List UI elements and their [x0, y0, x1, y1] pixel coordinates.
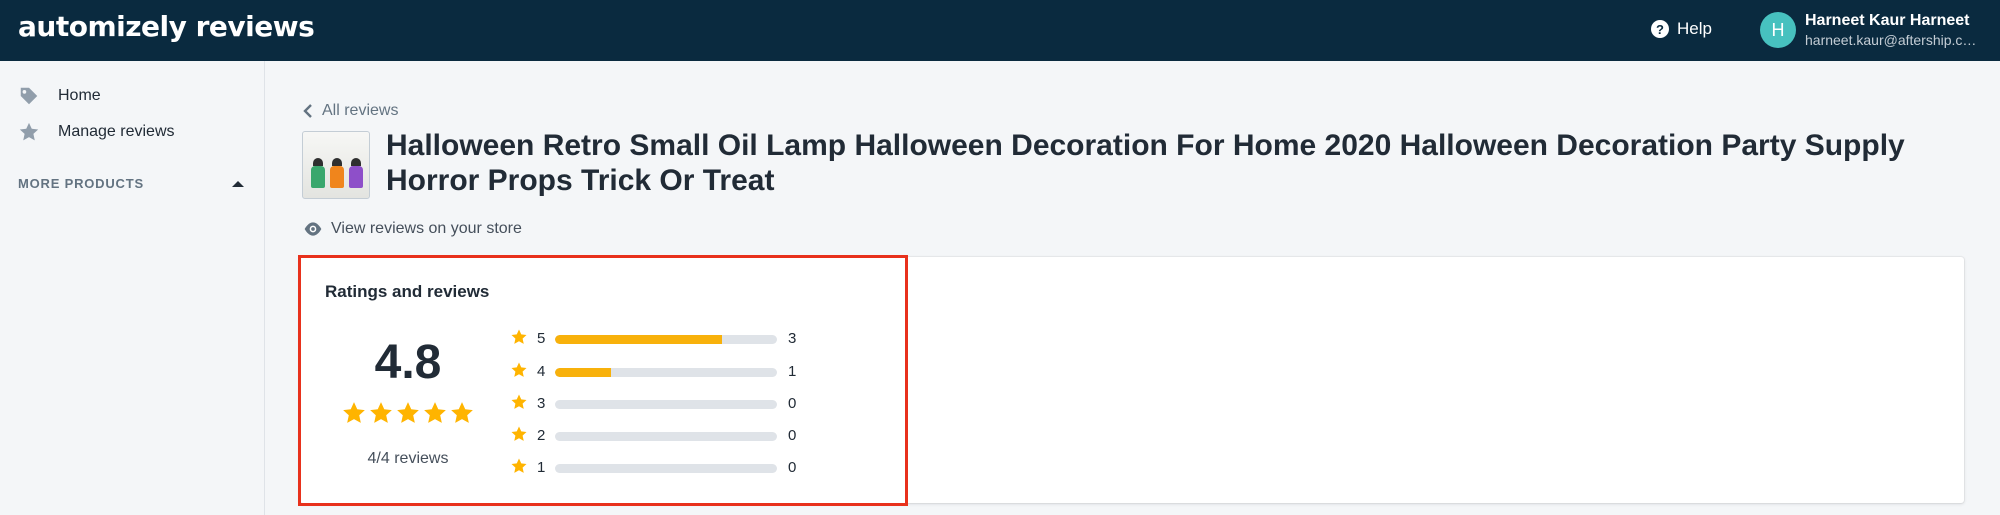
star-icon: [511, 394, 527, 409]
product-thumbnail: [302, 131, 370, 199]
eye-icon: [304, 222, 322, 236]
rating-row-3[interactable]: 3 0: [510, 393, 810, 415]
rating-count: 1: [788, 363, 797, 380]
star-icon: [511, 426, 527, 441]
rating-row-4[interactable]: 4 1: [510, 361, 810, 383]
chevron-left-icon: [303, 104, 312, 118]
user-name[interactable]: Harneet Kaur Harneet: [1805, 12, 1970, 30]
top-bar: automizely reviews ? Help H Harneet Kaur…: [0, 0, 2000, 61]
rating-count: 0: [788, 459, 797, 476]
rating-level: 3: [537, 395, 546, 412]
star-icon: [343, 402, 365, 423]
rating-bar: [555, 335, 777, 344]
rating-row-5[interactable]: 5 3: [510, 328, 810, 350]
help-label: Help: [1677, 19, 1712, 38]
average-stars: [340, 400, 476, 426]
star-icon: [397, 402, 419, 423]
star-icon: [19, 122, 39, 141]
sidebar-item-home[interactable]: Home: [18, 85, 101, 107]
reviews-summary: 4/4 reviews: [367, 450, 449, 467]
back-link[interactable]: All reviews: [302, 102, 398, 120]
rating-bar-fill: [555, 368, 611, 377]
rating-count: 0: [788, 395, 797, 412]
average-rating: 4.8: [374, 336, 442, 389]
rating-bar: [555, 400, 777, 409]
sidebar-item-manage-reviews[interactable]: Manage reviews: [18, 121, 175, 143]
question-circle-icon: ?: [1651, 20, 1669, 38]
caret-up-icon: [232, 180, 244, 187]
page-title: Halloween Retro Small Oil Lamp Halloween…: [386, 129, 1905, 197]
sidebar: Home Manage reviews MORE PRODUCTS: [0, 61, 265, 515]
more-products-toggle[interactable]: MORE PRODUCTS: [18, 176, 244, 191]
sidebar-item-label: Manage reviews: [58, 123, 175, 140]
more-products-label: MORE PRODUCTS: [18, 176, 144, 191]
rating-level: 4: [537, 363, 546, 380]
star-icon: [511, 362, 527, 377]
star-icon: [511, 329, 527, 344]
rating-bar: [555, 368, 777, 377]
rating-row-1[interactable]: 1 0: [510, 457, 810, 479]
help-button[interactable]: ? Help: [1651, 19, 1712, 39]
star-icon: [511, 458, 527, 473]
avatar[interactable]: H: [1760, 12, 1796, 48]
star-icon: [424, 402, 446, 423]
rating-bar: [555, 464, 777, 473]
view-reviews-on-store-link[interactable]: View reviews on your store: [303, 220, 522, 238]
app-logo[interactable]: automizely reviews: [18, 10, 315, 43]
rating-bar: [555, 432, 777, 441]
star-icon: [451, 402, 473, 423]
rating-count: 0: [788, 427, 797, 444]
rating-row-2[interactable]: 2 0: [510, 425, 810, 447]
rating-count: 3: [788, 330, 797, 347]
rating-level: 2: [537, 427, 546, 444]
user-email[interactable]: harneet.kaur@aftership.com: [1805, 32, 1981, 48]
back-link-label: All reviews: [322, 102, 399, 119]
rating-level: 5: [537, 330, 546, 347]
view-store-label: View reviews on your store: [331, 220, 522, 237]
tag-icon: [20, 87, 38, 105]
rating-level: 1: [537, 459, 546, 476]
sidebar-item-label: Home: [58, 87, 101, 104]
ratings-card-title: Ratings and reviews: [325, 282, 490, 301]
star-icon: [370, 402, 392, 423]
rating-bar-fill: [555, 335, 722, 344]
